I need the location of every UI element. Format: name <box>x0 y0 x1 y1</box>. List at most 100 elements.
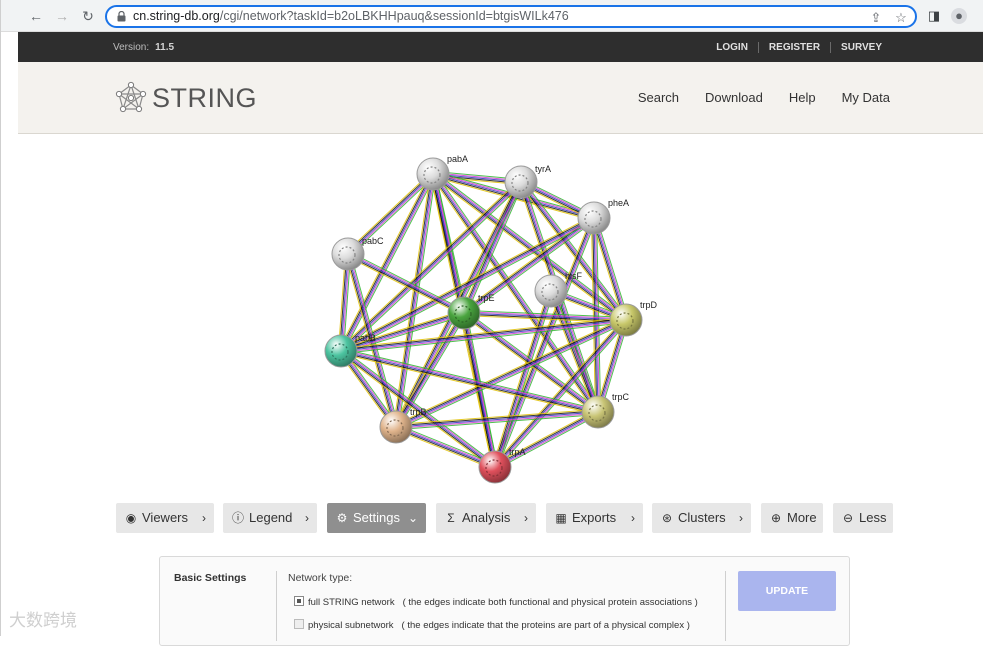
node-circle[interactable] <box>581 395 615 429</box>
node-label: trpE <box>478 293 495 303</box>
star-icon[interactable]: ☆ <box>894 11 908 25</box>
nav-download[interactable]: Download <box>705 90 763 105</box>
physical-subnetwork-checkbox[interactable] <box>294 619 304 629</box>
less-label: Less <box>859 510 887 525</box>
node-circle[interactable] <box>534 274 568 308</box>
settings-panel: Basic Settings Network type: full STRING… <box>159 556 850 646</box>
top-bar: Version: 11.5 LOGIN REGISTER SURVEY <box>18 32 983 62</box>
register-link[interactable]: REGISTER <box>757 42 830 53</box>
browser-toolbar: ← → ↻ cn.string-db.org/cgi/network?taskI… <box>1 0 983 32</box>
less-button[interactable]: ⊖ Less <box>833 503 893 533</box>
viewers-label: Viewers <box>142 510 189 525</box>
exports-button[interactable]: ▦ Exports › <box>546 503 643 533</box>
settings-button[interactable]: ⚙ Settings ⌄ <box>327 503 426 533</box>
watermark: 大数跨境 <box>9 611 77 630</box>
nav-help[interactable]: Help <box>789 90 816 105</box>
sigma-icon: Σ <box>447 511 455 525</box>
forward-arrow-icon[interactable]: → <box>53 7 71 25</box>
chevron-down-icon: ⌄ <box>407 511 418 525</box>
node-circle[interactable] <box>447 296 481 330</box>
full-network-note: ( the edges indicate both functional and… <box>402 597 698 608</box>
node-circle[interactable] <box>324 334 358 368</box>
node-label: pabA <box>447 154 468 164</box>
main-nav: Search Download Help My Data <box>612 90 890 105</box>
node-label: trpB <box>410 407 427 417</box>
viewers-button[interactable]: ◉ Viewers › <box>116 503 214 533</box>
nav-my-data[interactable]: My Data <box>842 90 890 105</box>
version-label: Version: <box>113 42 150 53</box>
node-label: trpC <box>612 392 630 402</box>
edge-strand <box>345 171 432 253</box>
browser-window: ← → ↻ cn.string-db.org/cgi/network?taskI… <box>0 0 983 646</box>
more-button[interactable]: ⊕ More <box>761 503 823 533</box>
login-link[interactable]: LOGIN <box>706 42 758 53</box>
share-icon[interactable]: ⇪ <box>869 11 883 25</box>
physical-subnetwork-label: physical subnetwork <box>308 620 394 631</box>
node-circle[interactable] <box>609 303 643 337</box>
clusters-icon: ⊛ <box>661 511 673 525</box>
nav-search[interactable]: Search <box>638 90 679 105</box>
node-circle[interactable] <box>416 157 450 191</box>
node-label: pheA <box>608 198 629 208</box>
node-pheA[interactable]: pheA <box>577 198 629 235</box>
legend-label: Legend <box>249 510 293 525</box>
chevron-right-icon: › <box>631 511 635 525</box>
account-links: LOGIN REGISTER SURVEY <box>706 42 892 53</box>
node-circle[interactable] <box>331 237 365 271</box>
string-logo-icon <box>115 81 147 113</box>
clusters-button[interactable]: ⊛ Clusters › <box>652 503 751 533</box>
basic-settings-title: Basic Settings <box>174 572 247 584</box>
info-icon: ⓘ <box>231 511 244 525</box>
exports-label: Exports <box>572 510 617 525</box>
node-label: pabC <box>362 236 384 246</box>
node-circle[interactable] <box>504 165 538 199</box>
address-bar[interactable]: cn.string-db.org/cgi/network?taskId=b2oL… <box>105 5 917 28</box>
physical-subnetwork-option[interactable]: physical subnetwork ( the edges indicate … <box>294 619 690 631</box>
full-network-checkbox[interactable] <box>294 596 304 606</box>
node-circle[interactable] <box>379 410 413 444</box>
network-type-label: Network type: <box>288 572 353 584</box>
node-label: pabB <box>355 333 376 343</box>
node-circle[interactable] <box>478 450 512 484</box>
network-view: pabA tyrA pheA pabC hisF trpE trpD pabB trpC trpB… <box>18 134 983 494</box>
back-arrow-icon[interactable]: ← <box>27 7 45 25</box>
chevron-right-icon: › <box>305 511 309 525</box>
full-network-option[interactable]: full STRING network ( the edges indicate … <box>294 596 698 608</box>
minus-circle-icon: ⊖ <box>842 511 854 525</box>
eye-icon: ◉ <box>125 511 137 525</box>
clusters-label: Clusters <box>678 510 726 525</box>
more-label: More <box>787 510 817 525</box>
node-label: tyrA <box>535 164 551 174</box>
node-trpA[interactable]: trpA <box>478 447 526 484</box>
node-pabB[interactable]: pabB <box>324 333 376 368</box>
chevron-right-icon: › <box>739 511 743 525</box>
network-graph[interactable]: pabA tyrA pheA pabC hisF trpE trpD pabB trpC trpB… <box>18 134 983 494</box>
node-circle[interactable] <box>577 201 611 235</box>
survey-link[interactable]: SURVEY <box>830 42 892 53</box>
edge-strand <box>346 172 433 254</box>
table-icon: ▦ <box>555 511 567 525</box>
edge-strand <box>340 318 626 351</box>
full-network-label: full STRING network <box>308 597 395 608</box>
profile-avatar-icon[interactable]: ● <box>951 8 967 24</box>
string-logo[interactable]: STRING <box>114 80 257 116</box>
chevron-right-icon: › <box>524 511 528 525</box>
version-info: Version: 11.5 <box>113 42 174 53</box>
analysis-button[interactable]: Σ Analysis › <box>436 503 536 533</box>
update-button[interactable]: UPDATE <box>738 571 836 611</box>
url-path: /cgi/network?taskId=b2oLBKHHpauq&session… <box>219 9 569 23</box>
node-label: trpA <box>509 447 526 457</box>
node-label: trpD <box>640 300 658 310</box>
chevron-right-icon: › <box>202 511 206 525</box>
edge-pheA-trpC[interactable] <box>590 217 602 413</box>
analysis-label: Analysis <box>462 510 511 525</box>
side-panel-icon[interactable]: ◨ <box>926 8 942 24</box>
divider <box>276 571 277 641</box>
legend-button[interactable]: ⓘ Legend › <box>223 503 317 533</box>
site-header: STRING Search Download Help My Data <box>18 62 983 134</box>
version-value: 11.5 <box>155 42 175 53</box>
reload-icon[interactable]: ↻ <box>79 7 97 25</box>
url-text: cn.string-db.org/cgi/network?taskId=b2oL… <box>133 9 569 23</box>
logo-text: STRING <box>152 82 258 113</box>
lock-icon <box>117 11 126 22</box>
